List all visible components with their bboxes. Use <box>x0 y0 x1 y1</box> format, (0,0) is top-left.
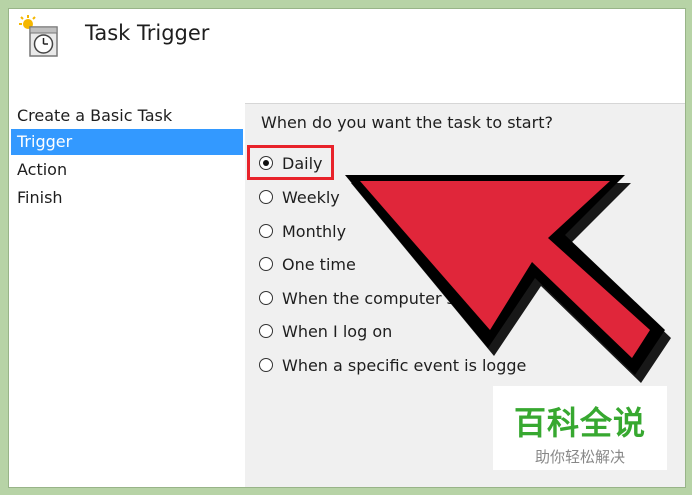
sidebar-item-action[interactable]: Action <box>11 157 243 183</box>
option-computer-starts-label: When the computer s <box>282 288 455 308</box>
option-log-on[interactable]: When I log on <box>259 319 392 343</box>
option-log-on-label: When I log on <box>282 321 393 341</box>
option-weekly-label: Weekly <box>282 187 340 207</box>
wizard-steps-sidebar: Create a Basic Task Trigger Action Finis… <box>9 103 245 487</box>
radio-one-time[interactable] <box>259 257 273 271</box>
sidebar-item-finish[interactable]: Finish <box>11 185 243 211</box>
option-monthly-label: Monthly <box>282 221 347 241</box>
radio-computer-starts[interactable] <box>259 291 273 305</box>
watermark-logo: 百科全说 助你轻松解决 <box>493 386 667 470</box>
header: Task Trigger <box>9 9 685 104</box>
option-event-logged-label: When a specific event is logge <box>282 355 527 375</box>
radio-weekly[interactable] <box>259 190 273 204</box>
daily-highlight-box <box>247 145 334 180</box>
watermark-title: 百科全说 <box>513 404 646 442</box>
task-scheduler-clock-icon <box>17 15 61 59</box>
option-monthly[interactable]: Monthly <box>259 219 346 243</box>
sidebar-item-create-basic-task[interactable]: Create a Basic Task <box>11 103 243 129</box>
option-event-logged[interactable]: When a specific event is logge <box>259 353 526 377</box>
option-computer-starts[interactable]: When the computer s <box>259 286 455 310</box>
radio-event-logged[interactable] <box>259 358 273 372</box>
trigger-question: When do you want the task to start? <box>261 113 553 132</box>
radio-log-on[interactable] <box>259 324 273 338</box>
window-title: Task Trigger <box>85 21 210 45</box>
option-one-time[interactable]: One time <box>259 252 356 276</box>
watermark-subtitle: 助你轻松解决 <box>534 448 625 466</box>
sidebar-item-trigger[interactable]: Trigger <box>11 129 243 155</box>
radio-monthly[interactable] <box>259 224 273 238</box>
option-one-time-label: One time <box>282 254 356 274</box>
option-weekly[interactable]: Weekly <box>259 185 340 209</box>
